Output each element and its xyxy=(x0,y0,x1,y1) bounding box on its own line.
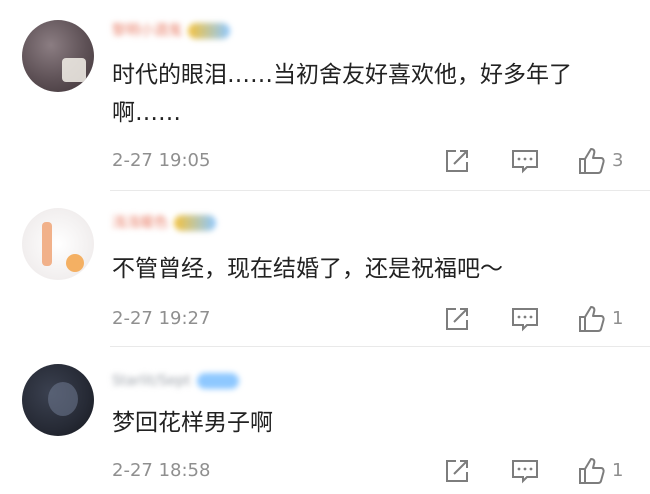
comment-icon[interactable] xyxy=(510,456,540,486)
timestamp: 2-27 18:58 xyxy=(112,460,211,481)
comment-text: 不管曾经，现在结婚了，还是祝福吧～ xyxy=(112,256,503,282)
comment-item: Starlit/Sept 梦回花样男子啊 2-27 18:58 1 xyxy=(0,348,650,494)
comment-icon[interactable] xyxy=(510,146,540,176)
thumbs-up-icon[interactable] xyxy=(576,456,606,486)
share-icon[interactable] xyxy=(442,146,472,176)
username[interactable]: 浅浅暖色 xyxy=(112,210,216,236)
username[interactable]: Starlit/Sept xyxy=(112,368,239,394)
avatar[interactable] xyxy=(22,208,94,280)
divider xyxy=(110,190,650,191)
avatar[interactable] xyxy=(22,20,94,92)
share-icon[interactable] xyxy=(442,304,472,334)
thumbs-up-icon[interactable] xyxy=(576,146,606,176)
username[interactable]: 黎明小酒鬼 xyxy=(112,18,230,44)
comment-meta: 2-27 19:27 1 xyxy=(112,304,626,334)
comment-icon[interactable] xyxy=(510,304,540,334)
timestamp: 2-27 19:27 xyxy=(112,308,211,329)
timestamp: 2-27 19:05 xyxy=(112,150,211,171)
comment-meta: 2-27 19:05 3 xyxy=(112,146,626,176)
comment-text: 梦回花样男子啊 xyxy=(112,410,273,436)
comment-text: 时代的眼泪……当初舍友好喜欢他，好多年了啊…… xyxy=(112,62,572,126)
share-icon[interactable] xyxy=(442,456,472,486)
comment-item: 浅浅暖色 不管曾经，现在结婚了，还是祝福吧～ 2-27 19:27 1 xyxy=(0,194,650,346)
thumbs-up-icon[interactable] xyxy=(576,304,606,334)
comment-item: 黎明小酒鬼 时代的眼泪……当初舍友好喜欢他，好多年了啊…… 2-27 19:05… xyxy=(0,0,650,182)
divider xyxy=(110,346,650,347)
comment-meta: 2-27 18:58 1 xyxy=(112,456,626,486)
like-count: 1 xyxy=(612,308,624,329)
avatar[interactable] xyxy=(22,364,94,436)
like-count: 1 xyxy=(612,460,624,481)
like-count: 3 xyxy=(612,150,624,171)
